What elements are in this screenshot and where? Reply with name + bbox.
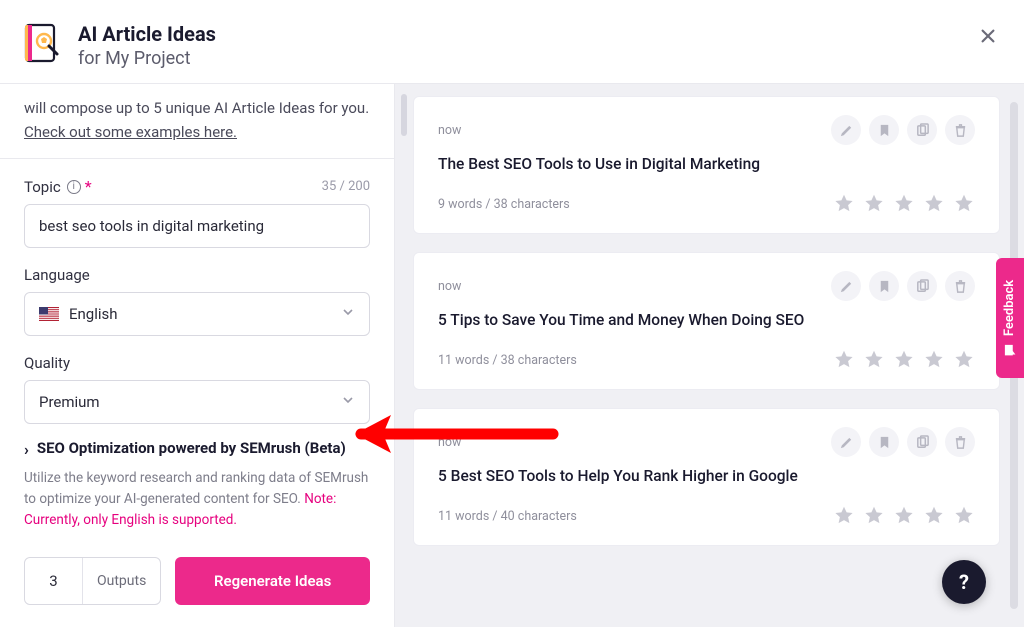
bottom-bar: Outputs Regenerate Ideas bbox=[0, 541, 394, 627]
copy-button[interactable] bbox=[907, 427, 937, 457]
page-title: AI Article Ideas bbox=[78, 22, 216, 46]
delete-button[interactable] bbox=[945, 271, 975, 301]
result-meta: 11 words / 40 characters bbox=[438, 509, 577, 524]
bookmark-icon bbox=[877, 435, 892, 450]
results-panel: now The Best SEO Tools to Use in Digital… bbox=[395, 84, 1024, 627]
topic-input[interactable] bbox=[24, 204, 370, 248]
info-icon[interactable]: i bbox=[67, 180, 81, 194]
seo-description: Utilize the keyword research and ranking… bbox=[24, 468, 370, 531]
pencil-icon bbox=[839, 435, 854, 450]
copy-button[interactable] bbox=[907, 115, 937, 145]
quality-select[interactable]: Premium bbox=[24, 380, 370, 424]
help-label: ? bbox=[959, 570, 969, 594]
topic-counter: 35 / 200 bbox=[322, 179, 370, 194]
chevron-down-icon bbox=[341, 305, 355, 323]
bookmark-icon bbox=[877, 279, 892, 294]
result-card: now The Best SEO Tools to Use in Digital… bbox=[413, 96, 1000, 234]
rating-stars bbox=[833, 505, 975, 527]
star-icon[interactable] bbox=[893, 349, 915, 371]
result-title: 5 Best SEO Tools to Help You Rank Higher… bbox=[438, 467, 975, 485]
star-icon[interactable] bbox=[953, 193, 975, 215]
star-icon[interactable] bbox=[923, 349, 945, 371]
result-meta: 9 words / 38 characters bbox=[438, 197, 570, 212]
result-card: now 5 Best SEO Tools to Help You Rank Hi… bbox=[413, 408, 1000, 546]
star-icon[interactable] bbox=[953, 505, 975, 527]
pencil-icon bbox=[839, 123, 854, 138]
language-select[interactable]: English bbox=[24, 292, 370, 336]
outputs-box: Outputs bbox=[24, 557, 161, 605]
copy-icon bbox=[915, 279, 930, 294]
result-title: The Best SEO Tools to Use in Digital Mar… bbox=[438, 155, 975, 173]
intro-prefix: will compose up to 5 unique AI Article I… bbox=[24, 99, 369, 117]
feedback-tab[interactable]: Feedback bbox=[996, 258, 1024, 378]
quality-value: Premium bbox=[39, 393, 100, 411]
bookmark-button[interactable] bbox=[869, 115, 899, 145]
delete-button[interactable] bbox=[945, 115, 975, 145]
trash-icon bbox=[953, 279, 968, 294]
quality-label: Quality bbox=[24, 354, 70, 372]
header: AI Article Ideas for My Project bbox=[0, 0, 1024, 83]
required-marker: * bbox=[85, 177, 92, 196]
copy-button[interactable] bbox=[907, 271, 937, 301]
star-icon[interactable] bbox=[833, 349, 855, 371]
bookmark-button[interactable] bbox=[869, 427, 899, 457]
trash-icon bbox=[953, 123, 968, 138]
star-icon[interactable] bbox=[863, 505, 885, 527]
star-icon[interactable] bbox=[893, 193, 915, 215]
feedback-label: Feedback bbox=[1003, 279, 1018, 335]
star-icon[interactable] bbox=[893, 505, 915, 527]
language-label: Language bbox=[24, 266, 90, 284]
chevron-down-icon bbox=[341, 393, 355, 411]
page-subtitle: for My Project bbox=[78, 48, 216, 69]
result-card: now 5 Tips to Save You Time and Money Wh… bbox=[413, 252, 1000, 390]
copy-icon bbox=[915, 123, 930, 138]
language-value: English bbox=[69, 305, 118, 323]
star-icon[interactable] bbox=[833, 505, 855, 527]
result-timestamp: now bbox=[438, 435, 461, 450]
intro-text: will compose up to 5 unique AI Article I… bbox=[0, 84, 394, 159]
edit-button[interactable] bbox=[831, 271, 861, 301]
app-logo-icon bbox=[22, 22, 64, 64]
seo-expand-toggle[interactable]: › SEO Optimization powered by SEMrush (B… bbox=[24, 438, 370, 460]
result-title: 5 Tips to Save You Time and Money When D… bbox=[438, 311, 975, 329]
star-icon[interactable] bbox=[953, 349, 975, 371]
chat-icon bbox=[1003, 343, 1017, 357]
topic-label: Topic bbox=[24, 178, 61, 196]
regenerate-button[interactable]: Regenerate Ideas bbox=[175, 557, 370, 605]
bookmark-icon bbox=[877, 123, 892, 138]
result-timestamp: now bbox=[438, 279, 461, 294]
star-icon[interactable] bbox=[863, 193, 885, 215]
panel-divider[interactable] bbox=[400, 90, 408, 630]
outputs-label: Outputs bbox=[83, 573, 160, 589]
copy-icon bbox=[915, 435, 930, 450]
examples-link[interactable]: Check out some examples here. bbox=[24, 123, 237, 141]
result-meta: 11 words / 38 characters bbox=[438, 353, 577, 368]
star-icon[interactable] bbox=[863, 349, 885, 371]
edit-button[interactable] bbox=[831, 427, 861, 457]
bookmark-button[interactable] bbox=[869, 271, 899, 301]
chevron-right-icon: › bbox=[24, 440, 29, 459]
edit-button[interactable] bbox=[831, 115, 861, 145]
delete-button[interactable] bbox=[945, 427, 975, 457]
left-panel: will compose up to 5 unique AI Article I… bbox=[0, 84, 395, 627]
flag-us-icon bbox=[39, 307, 59, 321]
seo-title: SEO Optimization powered by SEMrush (Bet… bbox=[37, 438, 346, 460]
rating-stars bbox=[833, 349, 975, 371]
close-button[interactable] bbox=[974, 22, 1002, 50]
outputs-count-input[interactable] bbox=[25, 558, 83, 604]
star-icon[interactable] bbox=[833, 193, 855, 215]
close-icon bbox=[979, 27, 997, 45]
rating-stars bbox=[833, 193, 975, 215]
pencil-icon bbox=[839, 279, 854, 294]
help-button[interactable]: ? bbox=[942, 560, 986, 604]
trash-icon bbox=[953, 435, 968, 450]
star-icon[interactable] bbox=[923, 193, 945, 215]
result-timestamp: now bbox=[438, 123, 461, 138]
star-icon[interactable] bbox=[923, 505, 945, 527]
